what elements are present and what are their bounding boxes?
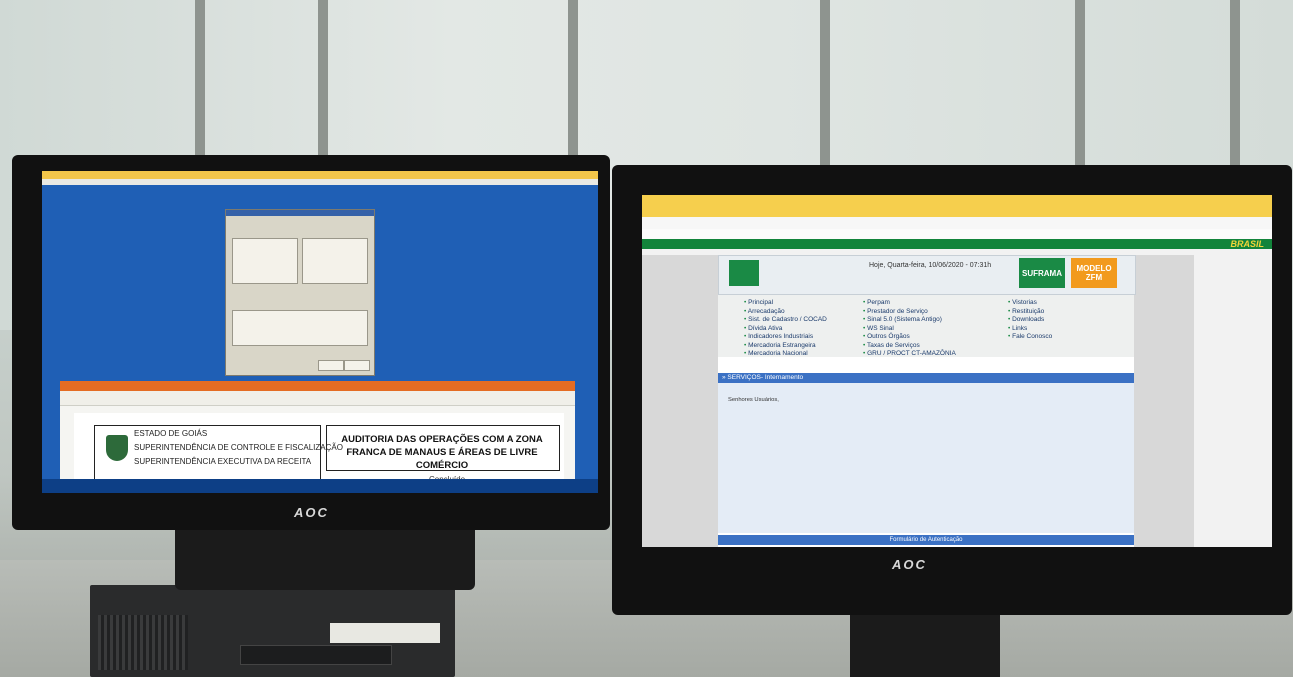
- dialog-group: [232, 238, 298, 284]
- nav-item[interactable]: GRU / PROCT CT-AMAZÔNIA: [863, 350, 956, 359]
- suframa-page: Hoje, Quarta-feira, 10/06/2020 - 07:31h …: [718, 255, 1136, 547]
- word-window: ESTADO DE GOIÁS SUPERINTENDÊNCIA DE CONT…: [60, 381, 575, 493]
- goias-crest-icon: [106, 435, 128, 461]
- left-screen: ESTADO DE GOIÁS SUPERINTENDÊNCIA DE CONT…: [42, 171, 598, 493]
- nav-item[interactable]: Indicadores Industriais: [744, 333, 827, 342]
- nav-item[interactable]: Vistorias: [1008, 299, 1052, 308]
- nav-item[interactable]: Restituição: [1008, 308, 1052, 317]
- section-title: » SERVIÇOS- Internamento: [718, 373, 1134, 383]
- modelo-zfm-button[interactable]: MODELO ZFM: [1071, 258, 1117, 288]
- brasil-banner: BRASIL: [1230, 239, 1265, 249]
- windows-taskbar[interactable]: [42, 479, 598, 493]
- app-titlebar: [42, 171, 598, 179]
- browser-tabbar[interactable]: [642, 195, 1272, 217]
- dialog-ok-button[interactable]: [318, 360, 344, 371]
- case-sticker: [330, 623, 440, 643]
- suframa-logo-icon: [729, 260, 759, 286]
- dialog-list[interactable]: [232, 310, 368, 346]
- word-ribbon: [60, 381, 575, 391]
- page-margin-left: [642, 255, 718, 547]
- notice-content: Senhores Usuários,: [718, 383, 1134, 533]
- auth-form-title: Formulário de Autenticação: [718, 535, 1134, 545]
- nav-item[interactable]: Downloads: [1008, 316, 1052, 325]
- browser-bookmarks[interactable]: [642, 229, 1272, 239]
- site-header: Hoje, Quarta-feira, 10/06/2020 - 07:31h …: [718, 255, 1136, 295]
- word-tabs: [60, 391, 575, 406]
- dialog-group: [302, 238, 368, 284]
- current-date: Hoje, Quarta-feira, 10/06/2020 - 07:31h: [869, 262, 992, 269]
- audit-dialog: [225, 209, 375, 376]
- nav-item[interactable]: Dívida Ativa: [744, 325, 827, 334]
- org-line-3: SUPERINTENDÊNCIA EXECUTIVA DA RECEITA: [134, 457, 312, 466]
- nav-item[interactable]: Arrecadação: [744, 308, 827, 317]
- nav-item[interactable]: Outros Órgãos: [863, 333, 956, 342]
- case-vent: [98, 615, 188, 670]
- nav-item[interactable]: Taxas de Serviços: [863, 342, 956, 351]
- nav-item[interactable]: Mercadoria Nacional: [744, 350, 827, 359]
- computer-case: [90, 585, 455, 677]
- nav-item[interactable]: Perpam: [863, 299, 956, 308]
- left-monitor: ESTADO DE GOIÁS SUPERINTENDÊNCIA DE CONT…: [12, 155, 610, 530]
- org-line-1: ESTADO DE GOIÁS: [134, 429, 208, 438]
- nav-column-2: Perpam Prestador de Serviço Sinal 5.0 (S…: [863, 299, 956, 359]
- gov-green-bar: [642, 239, 1272, 249]
- right-monitor: BRASIL Hoje, Quarta-feira, 10/06/2020 - …: [612, 165, 1292, 615]
- right-screen: BRASIL Hoje, Quarta-feira, 10/06/2020 - …: [642, 195, 1272, 547]
- dialog-cancel-button[interactable]: [344, 360, 370, 371]
- greeting-text: Senhores Usuários,: [728, 397, 779, 403]
- nav-item[interactable]: Sinal 5.0 (Sistema Antigo): [863, 316, 956, 325]
- optical-drive: [240, 645, 392, 665]
- nav-item[interactable]: Links: [1008, 325, 1052, 334]
- left-monitor-stand: [175, 520, 475, 590]
- nav-item[interactable]: Principal: [744, 299, 827, 308]
- site-nav: Principal Arrecadação Sist. de Cadastro …: [718, 295, 1134, 357]
- dialog-titlebar: [226, 210, 374, 216]
- nav-item[interactable]: Fale Conosco: [1008, 333, 1052, 342]
- document-title: AUDITORIA DAS OPERAÇÕES COM A ZONA FRANC…: [341, 434, 543, 471]
- document-header-left: [94, 425, 321, 483]
- nav-item[interactable]: Prestador de Serviço: [863, 308, 956, 317]
- page-margin-right: [1134, 255, 1194, 547]
- nav-item[interactable]: Sist. de Cadastro / COCAD: [744, 316, 827, 325]
- left-monitor-logo: AOC: [294, 505, 329, 520]
- nav-column-1: Principal Arrecadação Sist. de Cadastro …: [744, 299, 827, 359]
- app-menubar: [42, 179, 598, 185]
- suframa-button[interactable]: SUFRAMA: [1019, 258, 1065, 288]
- org-line-2: SUPERINTENDÊNCIA DE CONTROLE E FISCALIZA…: [134, 443, 343, 452]
- nav-item[interactable]: WS Sinal: [863, 325, 956, 334]
- nav-column-3: Vistorias Restituição Downloads Links Fa…: [1008, 299, 1052, 342]
- right-monitor-logo: AOC: [892, 557, 927, 572]
- nav-item[interactable]: Mercadoria Estrangeira: [744, 342, 827, 351]
